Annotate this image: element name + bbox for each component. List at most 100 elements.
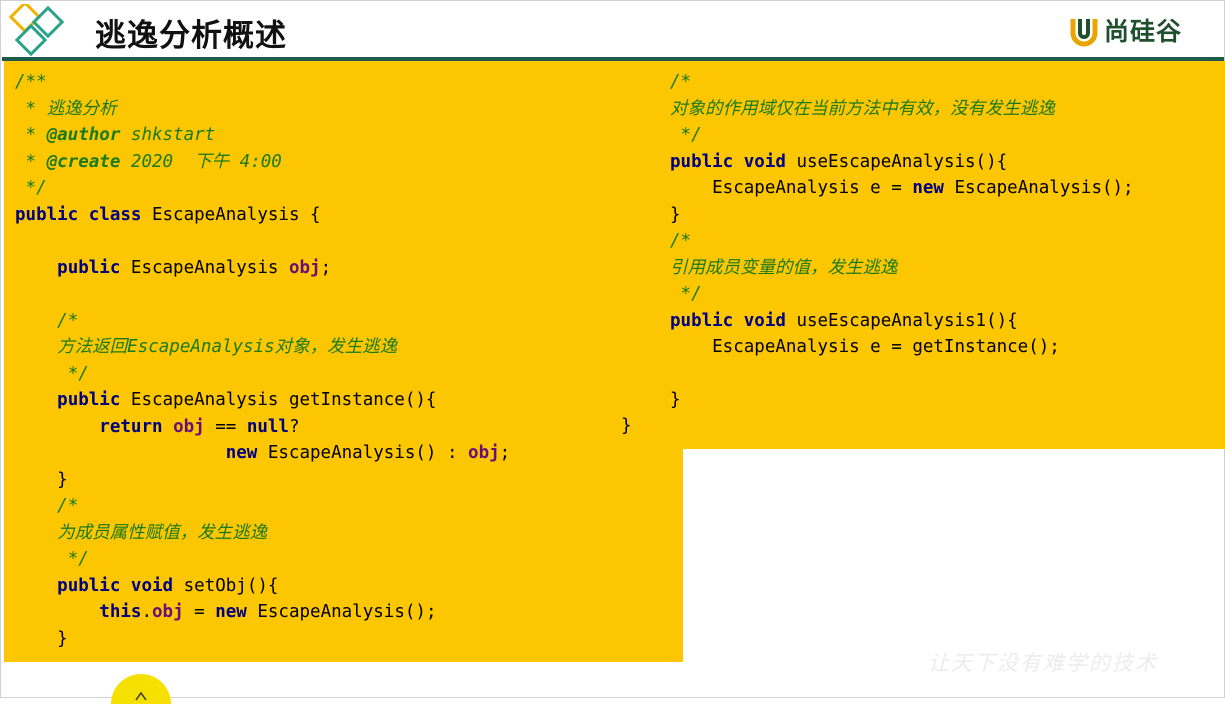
code-token: EscapeAnalysis(); (943, 178, 1134, 198)
code-token: */ (670, 125, 702, 145)
code-token: * 逃逸分析 (15, 98, 117, 119)
code-line: 方法返回EscapeAnalysis对象，发生逃逸 (15, 337, 397, 357)
code-token: EscapeAnalysis e = getInstance(); (670, 337, 1060, 357)
code-token: ; (499, 443, 511, 463)
code-line: * 逃逸分析 (15, 99, 117, 119)
closing-brace: } (621, 416, 632, 436)
code-token: 引用成员变量的值，发生逃逸 (670, 257, 898, 278)
code-token: EscapeAnalysis getInstance(){ (120, 390, 437, 410)
code-line: /** (15, 72, 47, 92)
code-token: EscapeAnalysis() : (257, 443, 469, 463)
code-token: new (912, 178, 944, 198)
code-token: */ (670, 284, 702, 304)
code-line: */ (15, 364, 89, 384)
code-line: } (15, 470, 68, 490)
code-token: @create (46, 151, 121, 172)
code-token: * (15, 151, 47, 172)
code-token: public class (15, 204, 142, 225)
code-token: /** (15, 72, 47, 92)
code-line: public EscapeAnalysis obj; (15, 258, 331, 278)
code-line: 引用成员变量的值，发生逃逸 (670, 258, 898, 278)
code-token: obj (152, 602, 184, 622)
diamond-logo-icon (8, 4, 65, 57)
brand-logo: 尚硅谷 (1068, 12, 1182, 48)
code-token: public void (57, 575, 174, 596)
code-line: 对象的作用域仅在当前方法中有效，没有发生逃逸 (670, 99, 1055, 119)
code-token: EscapeAnalysis(); (246, 602, 437, 622)
code-token: new (215, 602, 247, 622)
code-token: 方法返回EscapeAnalysis对象，发生逃逸 (57, 337, 398, 357)
code-token: new (225, 443, 258, 463)
code-token: public void (670, 310, 786, 331)
code-token: obj (173, 416, 205, 437)
code-token: EscapeAnalysis e = (670, 178, 913, 198)
code-line: new EscapeAnalysis() : obj; (15, 443, 510, 463)
page-title: 逃逸分析概述 (95, 18, 287, 54)
code-line: } (670, 205, 681, 225)
code-token: return (99, 416, 163, 437)
code-token: /* (670, 72, 692, 92)
code-line: EscapeAnalysis e = getInstance(); (670, 337, 1060, 357)
code-token: ; (320, 257, 332, 278)
code-line: public void useEscapeAnalysis(){ (670, 152, 1007, 172)
code-token: 2020 下午 4:00 (120, 151, 282, 172)
code-line: /* (670, 231, 691, 251)
code-line: public void setObj(){ (15, 576, 278, 596)
code-token: /* (57, 496, 79, 516)
code-token: EscapeAnalysis { (141, 204, 321, 225)
code-token: setObj(){ (173, 575, 279, 596)
code-token: * (15, 125, 47, 145)
code-line: public void useEscapeAnalysis1(){ (670, 311, 1018, 331)
code-line: */ (670, 125, 702, 145)
code-token: */ (15, 178, 47, 198)
watermark-text: 让天下没有难学的技术 (928, 651, 1158, 675)
code-token: /* (670, 231, 692, 251)
code-token: /* (57, 310, 79, 331)
code-token: = (183, 602, 216, 622)
code-line: EscapeAnalysis e = new EscapeAnalysis(); (670, 178, 1134, 198)
code-line: * @author shkstart (15, 125, 216, 145)
code-line: * @create 2020 下午 4:00 (15, 152, 282, 172)
code-block-left: /** * 逃逸分析 * @author shkstart * @create … (15, 69, 510, 652)
code-token: == (204, 416, 247, 437)
code-line: */ (15, 549, 89, 569)
code-token: } (670, 390, 681, 410)
code-token: 为成员属性赋值，发生逃逸 (57, 522, 268, 543)
code-line: */ (15, 178, 47, 198)
code-token: public (57, 390, 121, 410)
code-token: 对象的作用域仅在当前方法中有效，没有发生逃逸 (670, 98, 1055, 119)
code-line: */ (670, 284, 702, 304)
code-token: obj (288, 257, 321, 278)
code-token: . (141, 602, 152, 622)
code-line: } (670, 390, 681, 410)
code-line: /* (15, 496, 78, 516)
code-line: /* (15, 311, 78, 331)
code-token: useEscapeAnalysis(){ (785, 151, 1008, 172)
code-line: /* (670, 72, 691, 92)
code-line: } (15, 629, 68, 649)
code-token: EscapeAnalysis (120, 257, 289, 278)
code-line: public class EscapeAnalysis { (15, 205, 321, 225)
code-token: } (670, 204, 681, 225)
code-token: */ (67, 549, 89, 569)
brand-name: 尚硅谷 (1104, 17, 1183, 46)
code-token: */ (67, 363, 89, 384)
code-token: ? (288, 416, 300, 437)
code-token: shkstart (120, 125, 216, 145)
code-token: useEscapeAnalysis1(){ (785, 310, 1018, 331)
code-token: } (15, 628, 68, 649)
code-token: obj (468, 443, 500, 463)
code-line: this.obj = new EscapeAnalysis(); (15, 602, 436, 622)
